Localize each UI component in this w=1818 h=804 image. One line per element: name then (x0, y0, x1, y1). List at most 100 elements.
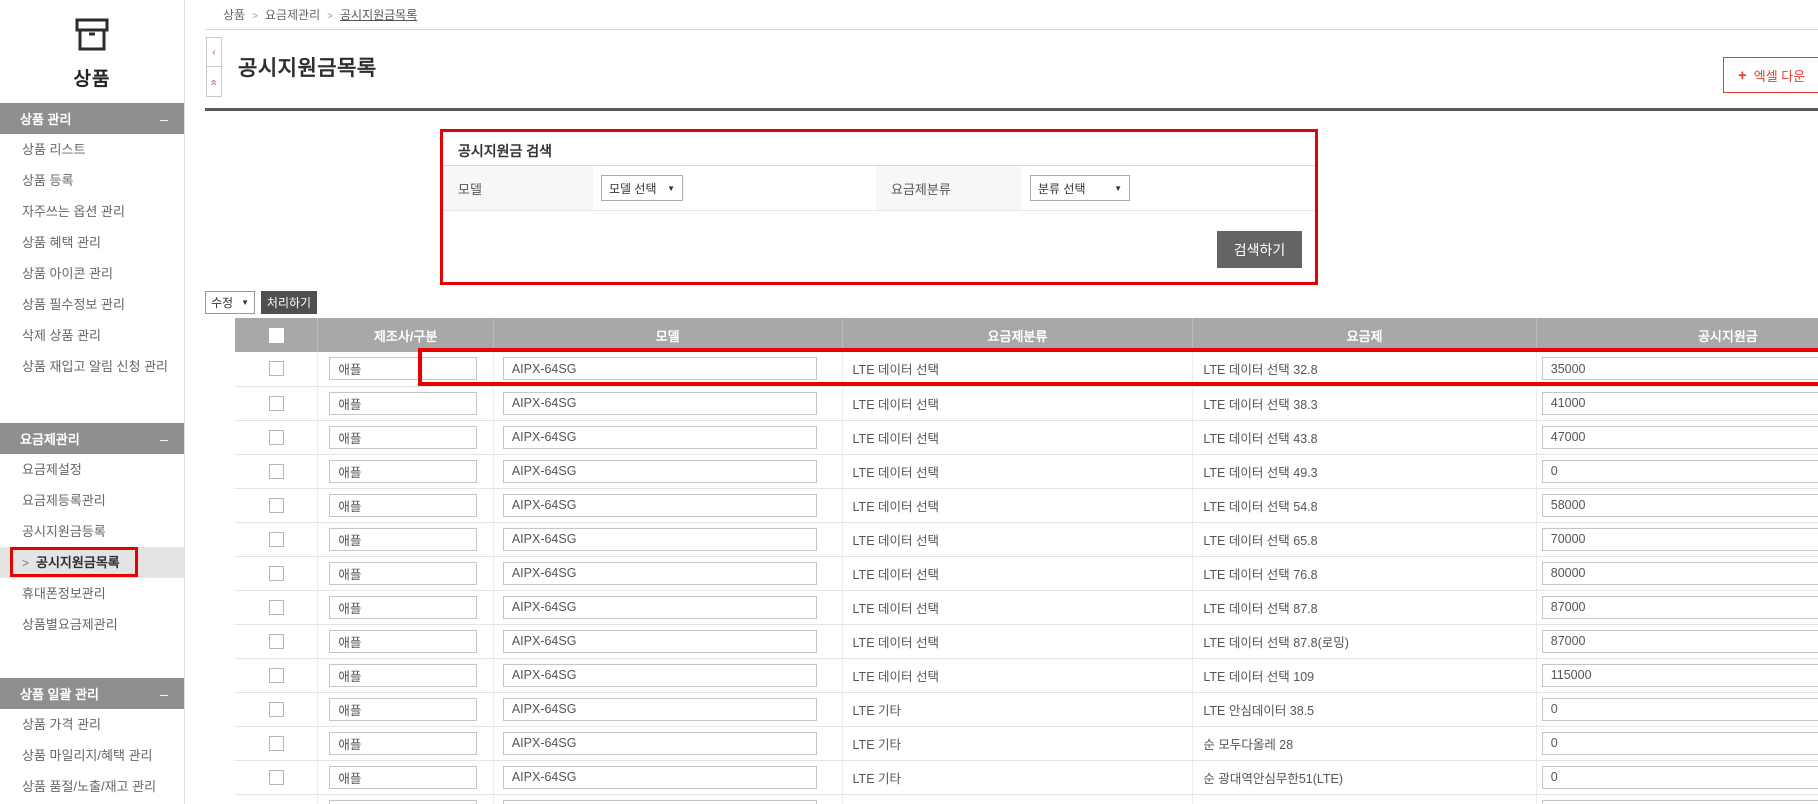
row-checkbox[interactable] (269, 430, 284, 445)
sidebar-item[interactable]: 휴대폰정보관리 (0, 578, 184, 609)
modify-action-select[interactable]: 수정 ▼ (205, 291, 255, 314)
model-input-cell (493, 522, 842, 556)
maker-input[interactable] (329, 528, 477, 551)
maker-input[interactable] (329, 664, 477, 687)
row-checkbox[interactable] (269, 600, 284, 615)
maker-input[interactable] (329, 698, 477, 721)
model-input[interactable] (503, 630, 817, 653)
breadcrumb-item[interactable]: 공시지원금목록 (340, 8, 417, 22)
select-all-checkbox[interactable] (269, 328, 284, 343)
row-checkbox[interactable] (269, 498, 284, 513)
collapse-left-button[interactable]: ‹ (206, 37, 222, 67)
collapse-minus-icon: – (160, 431, 168, 447)
apply-button[interactable]: 처리하기 (261, 291, 317, 314)
model-field-label: 모델 (443, 166, 593, 210)
maker-input[interactable] (329, 494, 477, 517)
subsidy-input[interactable] (1542, 800, 1818, 804)
sidebar-item[interactable]: 자주쓰는 옵션 관리 (0, 196, 184, 227)
subsidy-input[interactable] (1542, 630, 1818, 653)
maker-input[interactable] (329, 630, 477, 653)
subsidy-input[interactable] (1542, 562, 1818, 585)
model-input[interactable] (503, 698, 817, 721)
row-checkbox[interactable] (269, 566, 284, 581)
subsidy-input[interactable] (1542, 426, 1818, 449)
subsidy-cell (1536, 794, 1818, 804)
excel-download-button[interactable]: + 엑셀 다운 (1723, 57, 1818, 93)
subsidy-input[interactable] (1542, 494, 1818, 517)
model-input[interactable] (503, 732, 817, 755)
search-button[interactable]: 검색하기 (1217, 231, 1302, 268)
sidebar-item[interactable]: 상품 아이콘 관리 (0, 258, 184, 289)
plan-cell: 순 모두다올레 28 (1193, 726, 1536, 760)
sidebar-item[interactable]: 삭제 상품 관리 (0, 320, 184, 351)
maker-input[interactable] (329, 732, 477, 755)
sidebar-item[interactable]: 공시지원금등록 (0, 516, 184, 547)
model-select[interactable]: 모델 선택 ▼ (601, 175, 683, 201)
model-input-cell (493, 488, 842, 522)
subsidy-input[interactable] (1542, 528, 1818, 551)
plan-type-cell: LTE 데이터 선택 (842, 522, 1193, 556)
sidebar-item[interactable]: 상품별요금제관리 (0, 609, 184, 640)
sidebar-item[interactable]: 요금제등록관리 (0, 485, 184, 516)
sidebar-section-header[interactable]: 상품 관리– (0, 103, 184, 134)
model-input[interactable] (503, 426, 817, 449)
subsidy-input[interactable] (1542, 766, 1818, 789)
row-checkbox[interactable] (269, 736, 284, 751)
column-header-model: 모델 (493, 318, 842, 352)
maker-input[interactable] (329, 800, 477, 804)
subsidy-input[interactable] (1542, 460, 1818, 483)
model-input[interactable] (503, 766, 817, 789)
row-checkbox[interactable] (269, 396, 284, 411)
sidebar-item[interactable]: 상품 마일리지/혜택 관리 (0, 740, 184, 771)
maker-input-cell (318, 522, 493, 556)
row-checkbox-cell (235, 624, 318, 658)
row-checkbox-cell (235, 794, 318, 804)
row-checkbox[interactable] (269, 532, 284, 547)
subsidy-input[interactable] (1542, 596, 1818, 619)
model-input[interactable] (503, 664, 817, 687)
model-input[interactable] (503, 357, 817, 380)
maker-input[interactable] (329, 460, 477, 483)
subsidy-input[interactable] (1542, 664, 1818, 687)
table-row: LTE 데이터 선택LTE 데이터 선택 49.3 (235, 454, 1818, 488)
plan-type-cell: LTE 데이터 선택 (842, 488, 1193, 522)
sidebar-item[interactable]: 요금제설정 (0, 454, 184, 485)
row-checkbox[interactable] (269, 634, 284, 649)
sidebar-item[interactable]: 상품 가격 관리 (0, 709, 184, 740)
row-checkbox[interactable] (269, 361, 284, 376)
sidebar-item[interactable]: 상품 혜택 관리 (0, 227, 184, 258)
sidebar-item[interactable]: 상품 등록 (0, 165, 184, 196)
sidebar-item[interactable]: 상품 재입고 알림 신청 관리 (0, 351, 184, 382)
model-input[interactable] (503, 596, 817, 619)
sidebar-item[interactable]: >공시지원금목록 (0, 547, 184, 578)
maker-input[interactable] (329, 562, 477, 585)
maker-input[interactable] (329, 357, 477, 380)
subsidy-input[interactable] (1542, 392, 1818, 415)
row-checkbox[interactable] (269, 668, 284, 683)
sidebar-item[interactable]: 상품 리스트 (0, 134, 184, 165)
model-input[interactable] (503, 562, 817, 585)
row-checkbox[interactable] (269, 464, 284, 479)
subsidy-input[interactable] (1542, 357, 1818, 380)
collapse-up-button[interactable]: « (206, 66, 222, 97)
maker-input[interactable] (329, 426, 477, 449)
sidebar-item[interactable]: 상품 품절/노출/재고 관리 (0, 771, 184, 802)
model-input[interactable] (503, 392, 817, 415)
model-input[interactable] (503, 460, 817, 483)
breadcrumb-item[interactable]: 요금제관리 (265, 8, 320, 22)
maker-input[interactable] (329, 766, 477, 789)
row-checkbox[interactable] (269, 702, 284, 717)
model-input[interactable] (503, 800, 817, 804)
sidebar-section-header[interactable]: 요금제관리– (0, 423, 184, 454)
sidebar-item[interactable]: 상품 필수정보 관리 (0, 289, 184, 320)
sidebar-section-header[interactable]: 상품 일괄 관리– (0, 678, 184, 709)
model-input[interactable] (503, 528, 817, 551)
breadcrumb-item[interactable]: 상품 (223, 8, 245, 22)
plan-type-select[interactable]: 분류 선택 ▼ (1030, 175, 1130, 201)
row-checkbox[interactable] (269, 770, 284, 785)
subsidy-input[interactable] (1542, 732, 1818, 755)
maker-input[interactable] (329, 392, 477, 415)
maker-input[interactable] (329, 596, 477, 619)
model-input[interactable] (503, 494, 817, 517)
subsidy-input[interactable] (1542, 698, 1818, 721)
